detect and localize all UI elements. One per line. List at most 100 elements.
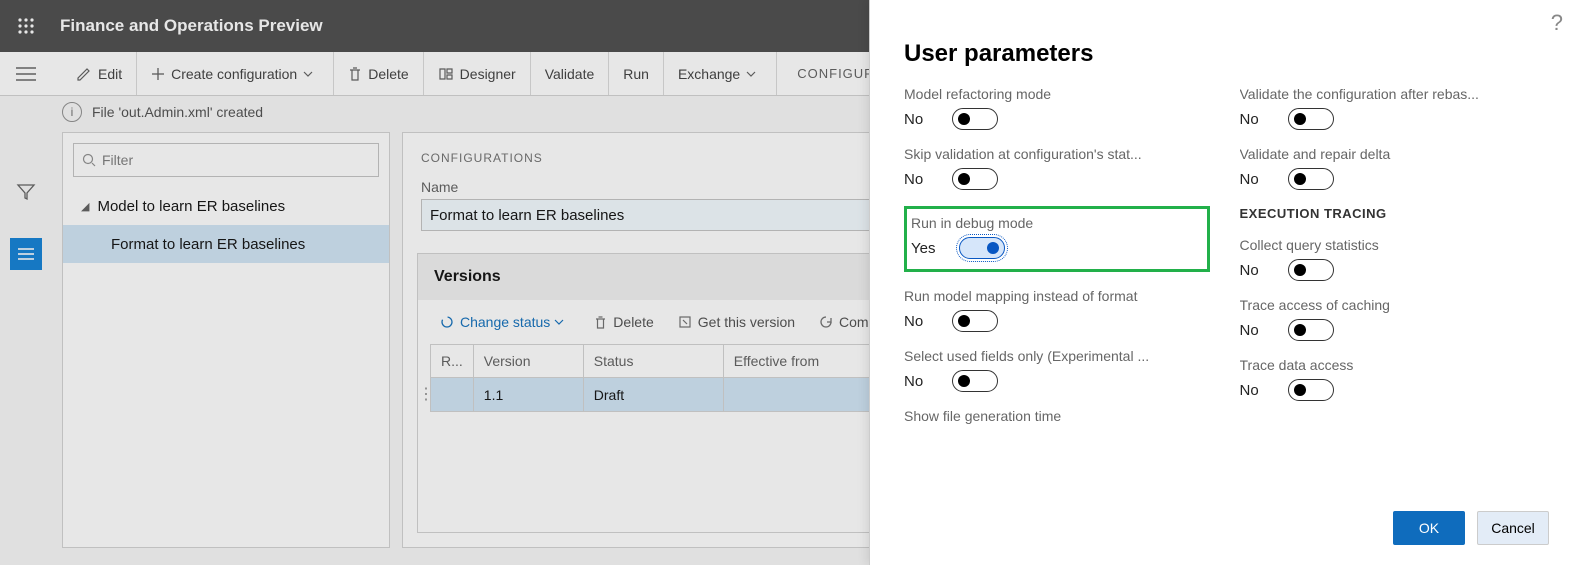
filter-input[interactable] (102, 152, 370, 168)
create-config-button[interactable]: Create configuration (137, 52, 334, 95)
param-model-refactoring: Model refactoring mode No (904, 86, 1210, 130)
validate-button[interactable]: Validate (531, 52, 610, 95)
param-label: Model refactoring mode (904, 86, 1210, 102)
refresh-icon (819, 315, 833, 329)
param-trace-data-access: Trace data access No (1240, 357, 1546, 401)
toggle-trace-data-access[interactable] (1288, 379, 1334, 401)
create-label: Create configuration (171, 66, 297, 82)
list-rail-icon[interactable] (10, 238, 42, 270)
nav-toggle-icon[interactable] (0, 52, 52, 95)
delete-button[interactable]: Delete (334, 52, 423, 95)
versions-delete-label: Delete (613, 314, 653, 330)
cell-version: 1.1 (473, 378, 583, 412)
app-title: Finance and Operations Preview (52, 16, 323, 36)
chevron-down-icon (746, 71, 756, 77)
toggle-validate-repair-delta[interactable] (1288, 168, 1334, 190)
cycle-icon (440, 315, 454, 329)
exchange-label: Exchange (678, 66, 740, 82)
col-status[interactable]: Status (583, 345, 723, 378)
filter-rail-icon[interactable] (10, 176, 42, 208)
filter-box[interactable] (73, 143, 379, 177)
get-version-button[interactable]: Get this version (668, 310, 805, 334)
ok-button[interactable]: OK (1393, 511, 1465, 545)
param-value: No (1240, 322, 1264, 339)
toggle-run-debug-mode[interactable] (959, 237, 1005, 259)
param-label: Trace access of caching (1240, 297, 1546, 313)
row-handle[interactable]: ⋮ (418, 344, 430, 412)
param-label: Validate and repair delta (1240, 146, 1546, 162)
toggle-model-refactoring[interactable] (952, 108, 998, 130)
param-run-model-mapping: Run model mapping instead of format No (904, 288, 1210, 332)
cancel-button[interactable]: Cancel (1477, 511, 1549, 545)
param-run-debug-mode: Run in debug mode Yes (904, 206, 1210, 272)
params-left-column: Model refactoring mode No Skip validatio… (904, 86, 1210, 495)
param-show-file-gen-time: Show file generation time (904, 408, 1210, 430)
designer-button[interactable]: Designer (424, 52, 531, 95)
panel-title: User parameters (870, 0, 1579, 86)
help-icon[interactable]: ? (1551, 10, 1563, 36)
param-label: Show file generation time (904, 408, 1210, 424)
param-value: No (1240, 382, 1264, 399)
com-label: Com (839, 314, 869, 330)
app-launcher-icon[interactable] (0, 0, 52, 52)
edit-label: Edit (98, 66, 122, 82)
validate-label: Validate (545, 66, 595, 82)
tree-item-child[interactable]: Format to learn ER baselines (63, 225, 389, 263)
col-r[interactable]: R... (431, 345, 474, 378)
change-status-button[interactable]: Change status (430, 310, 580, 334)
param-value: No (904, 313, 928, 330)
tree-child-label: Format to learn ER baselines (111, 236, 305, 253)
exchange-button[interactable]: Exchange (664, 52, 777, 95)
param-label: Collect query statistics (1240, 237, 1546, 253)
plus-icon (151, 67, 165, 81)
param-value: No (904, 171, 928, 188)
param-label: Run in debug mode (911, 215, 1197, 231)
param-label: Trace data access (1240, 357, 1546, 373)
param-value: Yes (911, 240, 935, 257)
toggle-trace-access-caching[interactable] (1288, 319, 1334, 341)
user-parameters-panel: ? User parameters Model refactoring mode… (869, 0, 1579, 565)
toggle-skip-validation[interactable] (952, 168, 998, 190)
run-button[interactable]: Run (609, 52, 664, 95)
chevron-down-icon (554, 319, 564, 325)
pencil-icon (76, 66, 92, 82)
param-value: No (1240, 171, 1264, 188)
download-icon (678, 315, 692, 329)
param-skip-validation: Skip validation at configuration's stat.… (904, 146, 1210, 190)
left-rail (0, 96, 52, 565)
param-value: No (904, 373, 928, 390)
param-value: No (1240, 111, 1264, 128)
col-version[interactable]: Version (473, 345, 583, 378)
tree-collapse-icon[interactable]: ◢ (81, 200, 89, 213)
delete-label: Delete (368, 66, 408, 82)
toggle-collect-query-stats[interactable] (1288, 259, 1334, 281)
chevron-down-icon (303, 71, 313, 77)
trash-icon (348, 66, 362, 82)
execution-tracing-heading: EXECUTION TRACING (1240, 206, 1546, 221)
notice-text: File 'out.Admin.xml' created (92, 104, 263, 120)
toggle-run-model-mapping[interactable] (952, 310, 998, 332)
param-label: Run model mapping instead of format (904, 288, 1210, 304)
info-icon: i (62, 102, 82, 122)
tree-panel: ◢ Model to learn ER baselines Format to … (62, 132, 390, 548)
param-value: No (1240, 262, 1264, 279)
edit-button[interactable]: Edit (62, 52, 137, 95)
param-value: No (904, 111, 928, 128)
params-right-column: Validate the configuration after rebas..… (1240, 86, 1546, 495)
param-validate-after-rebase: Validate the configuration after rebas..… (1240, 86, 1546, 130)
designer-icon (438, 66, 454, 82)
tree-parent-label: Model to learn ER baselines (97, 198, 285, 215)
toggle-select-used-fields[interactable] (952, 370, 998, 392)
change-status-label: Change status (460, 314, 550, 330)
trash-icon (594, 315, 607, 330)
versions-delete-button[interactable]: Delete (584, 310, 663, 334)
param-label: Select used fields only (Experimental ..… (904, 348, 1210, 364)
tree-item-parent[interactable]: ◢ Model to learn ER baselines (63, 187, 389, 225)
search-icon (82, 153, 96, 167)
param-collect-query-stats: Collect query statistics No (1240, 237, 1546, 281)
param-validate-repair-delta: Validate and repair delta No (1240, 146, 1546, 190)
get-version-label: Get this version (698, 314, 795, 330)
param-label: Validate the configuration after rebas..… (1240, 86, 1546, 102)
toggle-validate-after-rebase[interactable] (1288, 108, 1334, 130)
cell-status: Draft (583, 378, 723, 412)
